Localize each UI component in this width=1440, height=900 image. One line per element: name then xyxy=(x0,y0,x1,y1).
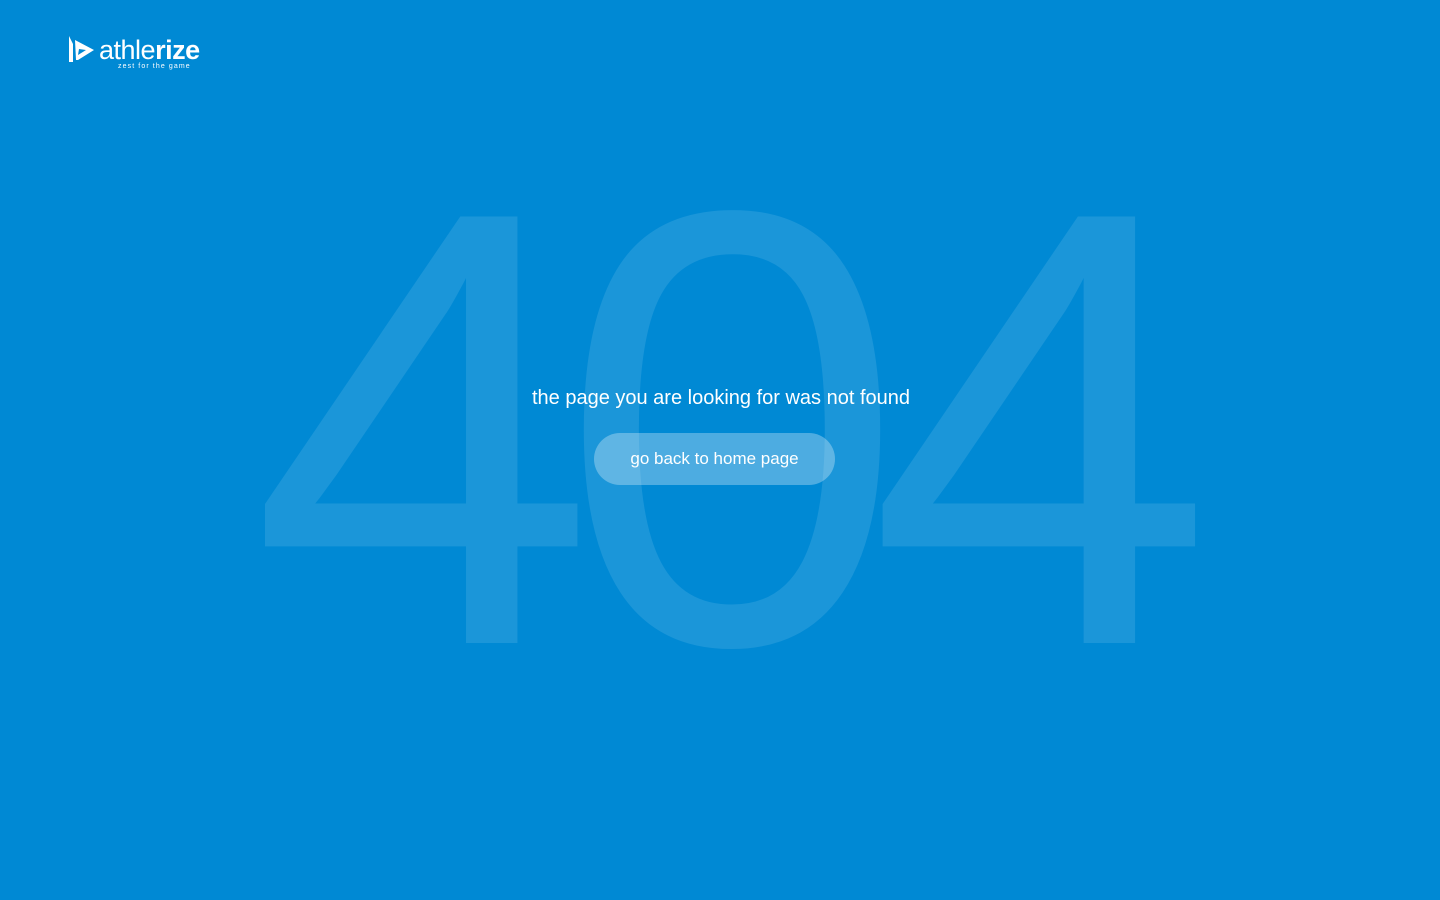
logo-tagline: zest for the game xyxy=(118,63,191,70)
athlerize-logo[interactable]: athlerize zest for the game xyxy=(67,34,217,74)
error-message: the page you are looking for was not fou… xyxy=(531,387,911,409)
athlerize-logo-mark-icon xyxy=(69,36,94,62)
logo-wordmark-light: athle xyxy=(99,35,156,65)
error-code-text: 404 xyxy=(251,108,1198,748)
go-home-button[interactable]: go back to home page xyxy=(594,433,835,485)
error-code-404: 404 xyxy=(251,108,1234,748)
logo-wordmark: athlerize xyxy=(99,34,200,66)
logo-wordmark-bold: rize xyxy=(155,35,200,65)
